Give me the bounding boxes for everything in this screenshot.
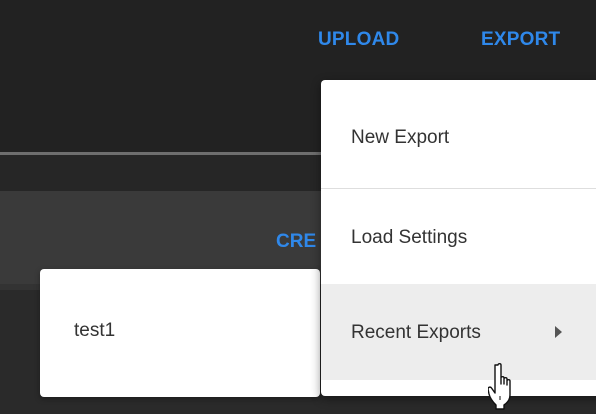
menu-item-new-export[interactable]: New Export <box>321 80 596 188</box>
export-dropdown-menu: New Export Load Settings Recent Exports <box>321 80 596 396</box>
hand-pointer-icon <box>488 362 511 410</box>
recent-exports-submenu: test1 <box>40 269 320 397</box>
chevron-right-icon <box>555 326 562 338</box>
export-button[interactable]: EXPORT <box>481 24 560 56</box>
submenu-item-test1[interactable]: test1 <box>40 313 320 349</box>
upload-button[interactable]: UPLOAD <box>318 24 399 56</box>
create-button[interactable]: CRE <box>276 226 316 258</box>
menu-item-recent-exports[interactable]: Recent Exports <box>321 284 596 380</box>
menu-item-label: Recent Exports <box>351 322 481 343</box>
menu-item-load-settings[interactable]: Load Settings <box>321 188 596 284</box>
